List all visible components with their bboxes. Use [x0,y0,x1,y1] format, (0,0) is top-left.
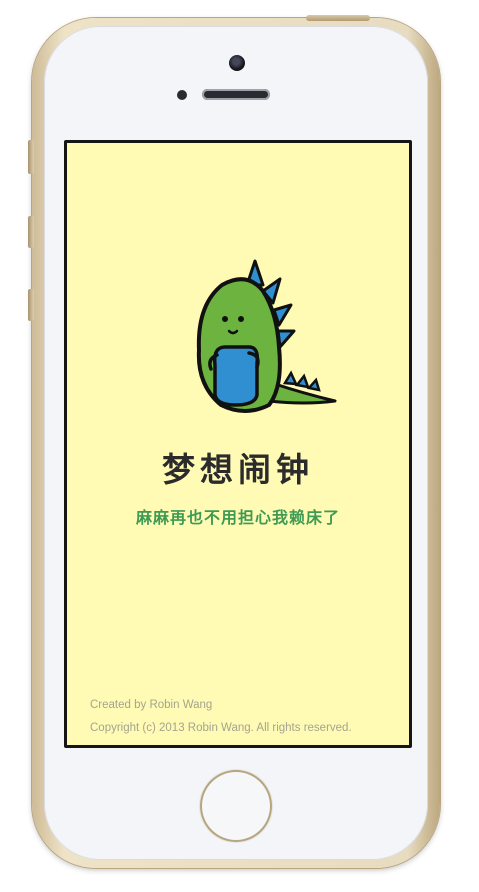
power-button[interactable] [306,15,370,21]
screen: 梦想闹钟 麻麻再也不用担心我赖床了 Created by Robin Wang … [64,140,412,748]
home-button[interactable] [200,770,272,842]
dinosaur-mascot-icon [196,259,337,413]
app-subtitle: 麻麻再也不用担心我赖床了 [135,508,340,527]
splash-screen: 梦想闹钟 麻麻再也不用担心我赖床了 Created by Robin Wang … [67,143,409,745]
copyright-text: Copyright (c) 2013 Robin Wang. All right… [90,722,352,734]
volume-up-button[interactable] [28,216,34,248]
created-by-text: Created by Robin Wang [90,699,213,711]
front-camera-icon [229,55,245,71]
mute-switch[interactable] [28,140,34,174]
app-title: 梦想闹钟 [162,450,314,489]
volume-down-button[interactable] [28,289,34,321]
sensor-icon [177,90,187,100]
earpiece-speaker-icon [202,89,270,100]
